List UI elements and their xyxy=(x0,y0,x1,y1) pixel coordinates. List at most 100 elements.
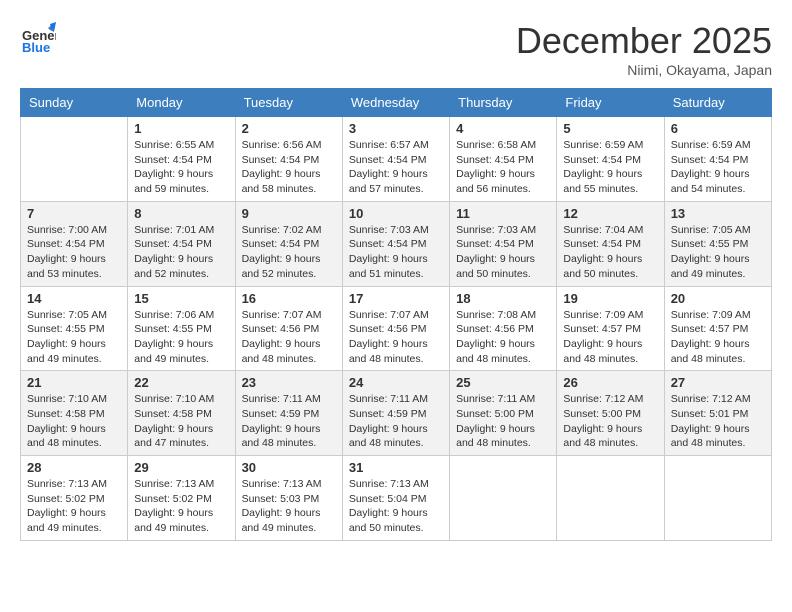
cell-info: Sunrise: 7:01 AM Sunset: 4:54 PM Dayligh… xyxy=(134,223,228,282)
calendar-cell: 29Sunrise: 7:13 AM Sunset: 5:02 PM Dayli… xyxy=(128,456,235,541)
weekday-header-saturday: Saturday xyxy=(664,89,771,117)
cell-info: Sunrise: 7:05 AM Sunset: 4:55 PM Dayligh… xyxy=(27,308,121,367)
calendar-cell: 13 Sunrise: 7:05 AM Sunset: 4:55 PM Dayli… xyxy=(664,201,771,286)
day-number: 5 xyxy=(563,121,657,136)
cell-info: Sunrise: 7:13 AM Sunset: 5:03 PM Dayligh… xyxy=(242,477,336,536)
calendar-cell: 15 Sunrise: 7:06 AM Sunset: 4:55 PM Dayli… xyxy=(128,286,235,371)
calendar-cell: 25 Sunrise: 7:11 AM Sunset: 5:00 PM Dayli… xyxy=(450,371,557,456)
day-number: 25 xyxy=(456,375,550,390)
cell-info: Sunrise: 7:13 AM Sunset: 5:04 PM Dayligh… xyxy=(349,477,443,536)
calendar-cell: 26Sunrise: 7:12 AM Sunset: 5:00 PM Dayli… xyxy=(557,371,664,456)
calendar-cell: 12 Sunrise: 7:04 AM Sunset: 4:54 PM Dayli… xyxy=(557,201,664,286)
day-number: 18 xyxy=(456,291,550,306)
day-number: 6 xyxy=(671,121,765,136)
cell-info: Sunrise: 7:07 AM Sunset: 4:56 PM Dayligh… xyxy=(349,308,443,367)
cell-info: Sunrise: 6:59 AM Sunset: 4:54 PM Dayligh… xyxy=(563,138,657,197)
day-number: 7 xyxy=(27,206,121,221)
weekday-header-row: SundayMondayTuesdayWednesdayThursdayFrid… xyxy=(21,89,772,117)
day-number: 28 xyxy=(27,460,121,475)
logo: General Blue xyxy=(20,20,56,61)
weekday-header-friday: Friday xyxy=(557,89,664,117)
day-number: 10 xyxy=(349,206,443,221)
calendar-cell: 19 Sunrise: 7:09 AM Sunset: 4:57 PM Dayli… xyxy=(557,286,664,371)
day-number: 22 xyxy=(134,375,228,390)
day-number: 4 xyxy=(456,121,550,136)
cell-info: Sunrise: 7:04 AM Sunset: 4:54 PM Dayligh… xyxy=(563,223,657,282)
day-number: 11 xyxy=(456,206,550,221)
cell-info: Sunrise: 7:12 AM Sunset: 5:01 PM Dayligh… xyxy=(671,392,765,451)
calendar-cell: 21 Sunrise: 7:10 AM Sunset: 4:58 PM Dayli… xyxy=(21,371,128,456)
day-number: 30 xyxy=(242,460,336,475)
cell-info: Sunrise: 7:10 AM Sunset: 4:58 PM Dayligh… xyxy=(27,392,121,451)
day-number: 29 xyxy=(134,460,228,475)
calendar-cell: 28Sunrise: 7:13 AM Sunset: 5:02 PM Dayli… xyxy=(21,456,128,541)
cell-info: Sunrise: 6:57 AM Sunset: 4:54 PM Dayligh… xyxy=(349,138,443,197)
calendar-cell xyxy=(450,456,557,541)
calendar-cell: 31 Sunrise: 7:13 AM Sunset: 5:04 PM Dayli… xyxy=(342,456,449,541)
week-row-3: 14 Sunrise: 7:05 AM Sunset: 4:55 PM Dayli… xyxy=(21,286,772,371)
calendar-cell: 3 Sunrise: 6:57 AM Sunset: 4:54 PM Daylig… xyxy=(342,117,449,202)
calendar-cell: 9Sunrise: 7:02 AM Sunset: 4:54 PM Daylig… xyxy=(235,201,342,286)
weekday-header-thursday: Thursday xyxy=(450,89,557,117)
calendar-cell: 18 Sunrise: 7:08 AM Sunset: 4:56 PM Dayli… xyxy=(450,286,557,371)
day-number: 2 xyxy=(242,121,336,136)
logo-icon: General Blue xyxy=(20,20,56,56)
cell-info: Sunrise: 6:58 AM Sunset: 4:54 PM Dayligh… xyxy=(456,138,550,197)
calendar-cell: 4 Sunrise: 6:58 AM Sunset: 4:54 PM Daylig… xyxy=(450,117,557,202)
day-number: 21 xyxy=(27,375,121,390)
day-number: 3 xyxy=(349,121,443,136)
cell-info: Sunrise: 6:55 AM Sunset: 4:54 PM Dayligh… xyxy=(134,138,228,197)
cell-info: Sunrise: 7:08 AM Sunset: 4:56 PM Dayligh… xyxy=(456,308,550,367)
calendar-cell xyxy=(664,456,771,541)
cell-info: Sunrise: 7:06 AM Sunset: 4:55 PM Dayligh… xyxy=(134,308,228,367)
day-number: 27 xyxy=(671,375,765,390)
cell-info: Sunrise: 7:10 AM Sunset: 4:58 PM Dayligh… xyxy=(134,392,228,451)
day-number: 14 xyxy=(27,291,121,306)
calendar-cell: 20 Sunrise: 7:09 AM Sunset: 4:57 PM Dayli… xyxy=(664,286,771,371)
cell-info: Sunrise: 7:09 AM Sunset: 4:57 PM Dayligh… xyxy=(563,308,657,367)
calendar-cell: 10Sunrise: 7:03 AM Sunset: 4:54 PM Dayli… xyxy=(342,201,449,286)
title-block: December 2025 Niimi, Okayama, Japan xyxy=(516,20,772,78)
page-header: General Blue December 2025 Niimi, Okayam… xyxy=(20,20,772,78)
weekday-header-monday: Monday xyxy=(128,89,235,117)
cell-info: Sunrise: 7:11 AM Sunset: 4:59 PM Dayligh… xyxy=(242,392,336,451)
week-row-2: 7Sunrise: 7:00 AM Sunset: 4:54 PM Daylig… xyxy=(21,201,772,286)
day-number: 19 xyxy=(563,291,657,306)
weekday-header-tuesday: Tuesday xyxy=(235,89,342,117)
calendar-cell: 1 Sunrise: 6:55 AM Sunset: 4:54 PM Daylig… xyxy=(128,117,235,202)
cell-info: Sunrise: 7:07 AM Sunset: 4:56 PM Dayligh… xyxy=(242,308,336,367)
calendar-cell: 2 Sunrise: 6:56 AM Sunset: 4:54 PM Daylig… xyxy=(235,117,342,202)
day-number: 15 xyxy=(134,291,228,306)
calendar-cell: 17 Sunrise: 7:07 AM Sunset: 4:56 PM Dayli… xyxy=(342,286,449,371)
location-subtitle: Niimi, Okayama, Japan xyxy=(516,62,772,78)
day-number: 20 xyxy=(671,291,765,306)
day-number: 13 xyxy=(671,206,765,221)
cell-info: Sunrise: 7:12 AM Sunset: 5:00 PM Dayligh… xyxy=(563,392,657,451)
calendar-cell: 23Sunrise: 7:11 AM Sunset: 4:59 PM Dayli… xyxy=(235,371,342,456)
calendar-cell: 22 Sunrise: 7:10 AM Sunset: 4:58 PM Dayli… xyxy=(128,371,235,456)
cell-info: Sunrise: 7:05 AM Sunset: 4:55 PM Dayligh… xyxy=(671,223,765,282)
week-row-1: 1 Sunrise: 6:55 AM Sunset: 4:54 PM Daylig… xyxy=(21,117,772,202)
day-number: 16 xyxy=(242,291,336,306)
calendar-cell: 16 Sunrise: 7:07 AM Sunset: 4:56 PM Dayli… xyxy=(235,286,342,371)
calendar-cell xyxy=(21,117,128,202)
svg-text:Blue: Blue xyxy=(22,40,50,55)
calendar-cell: 6 Sunrise: 6:59 AM Sunset: 4:54 PM Daylig… xyxy=(664,117,771,202)
calendar-cell: 24Sunrise: 7:11 AM Sunset: 4:59 PM Dayli… xyxy=(342,371,449,456)
cell-info: Sunrise: 6:59 AM Sunset: 4:54 PM Dayligh… xyxy=(671,138,765,197)
calendar-cell: 11Sunrise: 7:03 AM Sunset: 4:54 PM Dayli… xyxy=(450,201,557,286)
cell-info: Sunrise: 6:56 AM Sunset: 4:54 PM Dayligh… xyxy=(242,138,336,197)
cell-info: Sunrise: 7:11 AM Sunset: 4:59 PM Dayligh… xyxy=(349,392,443,451)
calendar-cell xyxy=(557,456,664,541)
weekday-header-wednesday: Wednesday xyxy=(342,89,449,117)
day-number: 17 xyxy=(349,291,443,306)
cell-info: Sunrise: 7:09 AM Sunset: 4:57 PM Dayligh… xyxy=(671,308,765,367)
day-number: 8 xyxy=(134,206,228,221)
calendar-table: SundayMondayTuesdayWednesdayThursdayFrid… xyxy=(20,88,772,541)
day-number: 12 xyxy=(563,206,657,221)
calendar-cell: 8 Sunrise: 7:01 AM Sunset: 4:54 PM Daylig… xyxy=(128,201,235,286)
day-number: 1 xyxy=(134,121,228,136)
day-number: 31 xyxy=(349,460,443,475)
week-row-5: 28Sunrise: 7:13 AM Sunset: 5:02 PM Dayli… xyxy=(21,456,772,541)
cell-info: Sunrise: 7:11 AM Sunset: 5:00 PM Dayligh… xyxy=(456,392,550,451)
